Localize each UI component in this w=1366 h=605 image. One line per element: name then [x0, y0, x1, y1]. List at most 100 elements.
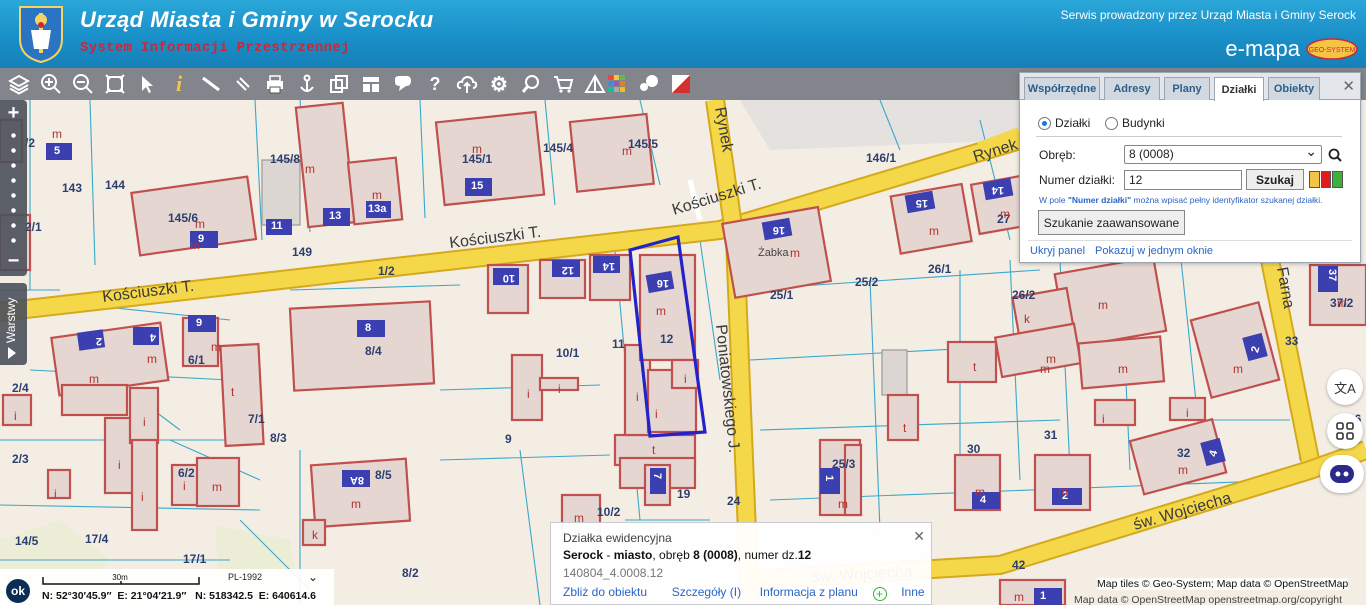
tab-adresy[interactable]: Adresy [1104, 77, 1160, 100]
parcel-number-label: 25/2 [855, 275, 879, 289]
parcel-number-label: 12 [660, 332, 674, 346]
building-number-badge: 14 [991, 184, 1004, 196]
red-flag-icon[interactable] [668, 71, 694, 97]
numer-dzialki-input[interactable]: 12 [1124, 170, 1242, 190]
crest-icon [19, 6, 63, 63]
map-attribution-osm[interactable]: Map data © OpenStreetMap openstreetmap.o… [1074, 594, 1342, 605]
help-icon[interactable]: ? [422, 71, 448, 97]
building-use-label: m [790, 246, 800, 260]
anchor-icon[interactable] [294, 71, 320, 97]
advanced-search-button[interactable]: Szukanie zaawansowane [1038, 210, 1185, 235]
zoom-in-button[interactable]: + [0, 102, 27, 125]
parcel-number-label: 2/1 [25, 220, 42, 234]
parcel-number-label: 10/2 [597, 505, 621, 519]
measure-link-icon[interactable] [230, 71, 256, 97]
parcel-number-label: 145/5 [628, 137, 659, 151]
tab-wspolrzedne[interactable]: Współrzędne [1024, 77, 1100, 100]
building-use-label: m [975, 485, 985, 499]
chat-icon[interactable] [636, 71, 662, 97]
parcel-number-label: 8/2 [402, 566, 419, 580]
building-number-badge: 13a [368, 203, 387, 215]
coordinates-readout: N: 52°30′45.9″ E: 21°04′21.9″ N: 518342.… [42, 590, 316, 602]
cloud-upload-icon[interactable] [454, 71, 480, 97]
parcel-number-label: 146/1 [866, 151, 897, 165]
plus-circle-icon[interactable]: + [872, 587, 887, 601]
parcel-info-popup: Działka ewidencyjna Serock - miasto, obr… [550, 522, 932, 605]
building-use-label: i [118, 458, 121, 472]
building-use-label: t [973, 360, 977, 374]
building-number-badge: 5 [54, 145, 61, 157]
plan-info-link[interactable]: Informacja z planu [760, 585, 858, 599]
zoom-slider[interactable] [11, 128, 16, 250]
building-use-label: i [636, 390, 639, 404]
apps-grid-icon[interactable] [1327, 413, 1363, 449]
parcel-number-label: 2/3 [12, 452, 29, 466]
building-use-label: i [143, 415, 146, 429]
obreb-select[interactable]: 8 (0008) [1124, 143, 1322, 164]
building-use-label: m [1000, 207, 1010, 221]
measure-line-icon[interactable] [198, 71, 224, 97]
tab-plany[interactable]: Plany [1164, 77, 1210, 100]
other-link[interactable]: Inne [901, 585, 924, 599]
close-icon[interactable]: ✕ [1342, 77, 1355, 95]
zoom-out-icon[interactable] [70, 71, 96, 97]
tab-obiekty[interactable]: Obiekty [1268, 77, 1320, 100]
close-icon[interactable]: ✕ [913, 528, 925, 545]
comment-icon[interactable] [390, 71, 416, 97]
radio-selected-icon [1038, 116, 1051, 130]
settings-icon[interactable]: ⚙ [486, 71, 512, 97]
search-button[interactable]: Szukaj [1246, 169, 1304, 190]
svg-text:30m: 30m [112, 573, 128, 582]
building-use-label: i [527, 387, 530, 401]
cart-icon[interactable] [550, 71, 576, 97]
building-use-label: i [558, 382, 561, 396]
translate-icon[interactable]: 文A [1327, 369, 1363, 405]
palette-icon[interactable] [604, 71, 630, 97]
svg-text:GEO-SYSTEM: GEO-SYSTEM [1309, 47, 1356, 54]
parcel-number-label: 17/4 [85, 532, 109, 546]
parcel-number-label: 145/6 [168, 211, 199, 225]
copy-icon[interactable] [326, 71, 352, 97]
search-map-icon[interactable] [518, 71, 544, 97]
info-icon[interactable]: i [166, 71, 192, 97]
app-header: Urząd Miasta i Gminy w Serocku System In… [0, 0, 1366, 68]
single-window-link[interactable]: Pokazuj w jednym oknie [1095, 245, 1213, 257]
map-attribution[interactable]: Map tiles © Geo-System; Map data © OpenS… [1097, 578, 1349, 590]
parcel-number-label: 31 [1044, 428, 1058, 442]
parcel-number-label: 42 [1012, 558, 1026, 572]
search-icon[interactable] [1328, 148, 1342, 162]
building-number-badge: 14 [602, 260, 615, 272]
layers-tab[interactable]: Warstwy [0, 283, 27, 365]
hide-panel-link[interactable]: Ukryj panel [1030, 245, 1085, 257]
parcel-number-label: 7/1 [248, 412, 265, 426]
tab-dzialki[interactable]: Działki [1214, 77, 1264, 101]
building-number-badge: 7 [651, 472, 664, 480]
zoom-in-icon[interactable] [38, 71, 64, 97]
ok-badge[interactable]: ok [4, 577, 32, 605]
radio-dzialki[interactable]: Działki [1038, 116, 1090, 130]
building-name-label: Żabka [758, 247, 789, 259]
building-number-badge: 4 [1207, 448, 1221, 459]
radio-budynki[interactable]: Budynki [1105, 116, 1165, 130]
zoom-to-object-link[interactable]: Zbliż do obiektu [563, 585, 647, 599]
layout-icon[interactable] [358, 71, 384, 97]
building-use-label: m [622, 144, 632, 158]
divider [1028, 240, 1352, 241]
parcel-number-label: 1/2 [378, 264, 395, 278]
geosystem-logo[interactable]: GEO-SYSTEM [1306, 38, 1358, 60]
pointer-icon[interactable] [134, 71, 160, 97]
building-use-label: m [190, 238, 200, 252]
details-link[interactable]: Szczegóły (I) [672, 585, 741, 599]
print-icon[interactable] [262, 71, 288, 97]
building-use-label: m [1014, 590, 1024, 604]
building-use-label: m [1058, 484, 1068, 498]
building-use-label: t [652, 443, 656, 457]
brand-logo[interactable]: e-mapa [1225, 36, 1300, 62]
layers-icon[interactable] [6, 71, 32, 97]
crs-select[interactable]: PL-1992 ⌄ [228, 570, 320, 586]
zoom-extent-icon[interactable] [102, 71, 128, 97]
zoom-out-button[interactable]: − [0, 250, 27, 273]
assistant-icon[interactable] [1320, 455, 1364, 493]
parcel-number-label: 8/3 [270, 431, 287, 445]
color-picker-icon[interactable] [1309, 171, 1344, 188]
